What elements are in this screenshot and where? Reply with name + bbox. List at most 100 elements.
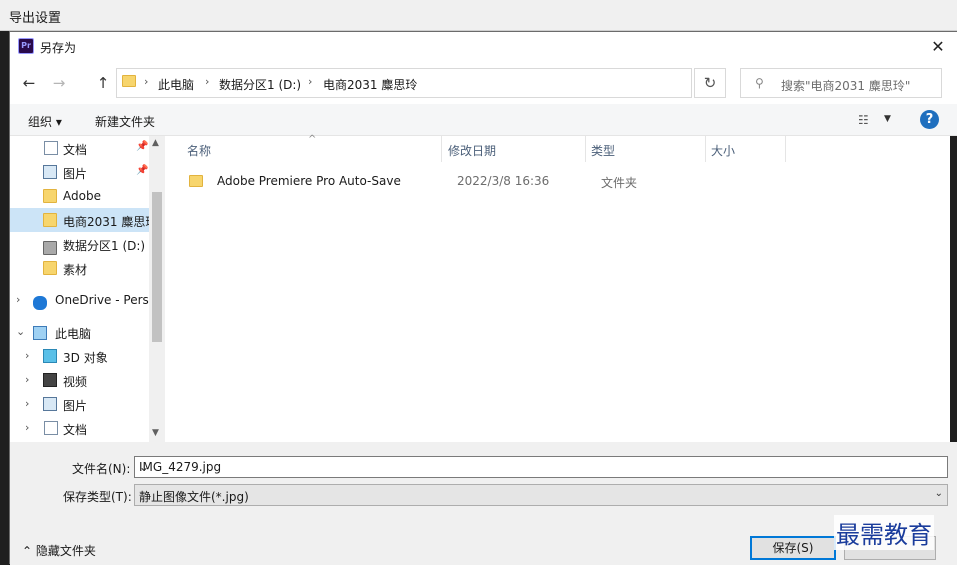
column-header-modified[interactable]: 修改日期 [448, 142, 496, 159]
chevron-right-icon[interactable]: › [25, 349, 29, 362]
sidebar-item-label: 图片 [63, 167, 88, 181]
file-list: ^ 名称 修改日期 类型 大小 Adobe Premiere Pro Auto-… [165, 134, 950, 442]
back-arrow-icon[interactable]: ← [18, 72, 40, 94]
sidebar-item-this-pc[interactable]: ⌄ 此电脑 [10, 320, 150, 344]
column-header-size[interactable]: 大小 [711, 142, 735, 159]
sort-ascending-icon: ^ [308, 134, 317, 145]
chevron-right-icon[interactable]: › [25, 373, 29, 386]
sidebar-item-materials[interactable]: 素材 [10, 256, 150, 280]
chevron-right-icon[interactable]: › [16, 293, 20, 306]
watermark-logo: 最需教育 [834, 515, 934, 550]
sidebar-item-label: 素材 [63, 263, 88, 277]
file-name-label: 文件名(N): [72, 462, 131, 476]
save-type-value: 静止图像文件(*.jpg) [139, 490, 249, 504]
save-type-label: 保存类型(T): [63, 490, 132, 504]
document-icon [44, 141, 58, 155]
save-as-dialog: Pr 另存为 ✕ ← → ↑ › 此电脑 › 数据分区1 (D:) › 电商20… [9, 31, 957, 565]
search-icon: ⚲ [755, 76, 764, 90]
chevron-right-icon[interactable]: › [25, 397, 29, 410]
chevron-down-icon[interactable]: ⌄ [935, 488, 943, 499]
sidebar-item-pictures-pc[interactable]: › 图片 [10, 392, 150, 416]
hide-folders-toggle[interactable]: ⌃ 隐藏文件夹 [22, 542, 96, 559]
chevron-down-icon[interactable]: ⌄ [139, 460, 943, 474]
column-header-name[interactable]: 名称 [187, 142, 211, 159]
chevron-right-icon[interactable]: › [144, 75, 148, 88]
sidebar-item-onedrive[interactable]: › OneDrive - Perso [10, 288, 156, 312]
file-type: 文件夹 [601, 176, 638, 190]
chevron-right-icon[interactable]: › [205, 75, 209, 88]
hide-folders-label: 隐藏文件夹 [35, 544, 96, 558]
file-modified-date: 2022/3/8 16:36 [457, 174, 550, 188]
column-divider[interactable] [785, 136, 786, 162]
pin-icon[interactable]: 📌 [136, 165, 148, 176]
organize-button[interactable]: 组织 ▾ [28, 113, 62, 130]
background-strip [950, 136, 957, 442]
drive-icon [43, 241, 57, 255]
sidebar-item-label: 图片 [63, 399, 88, 413]
scrollbar-thumb[interactable] [152, 192, 162, 342]
sidebar-item-3d-objects[interactable]: › 3D 对象 [10, 344, 150, 368]
export-settings-titlebar: 导出设置 [0, 0, 957, 31]
pictures-icon [43, 165, 57, 179]
command-toolbar: 组织 ▾ 新建文件夹 ☷ ▼ ? [10, 104, 957, 136]
save-type-select[interactable]: 静止图像文件(*.jpg) ⌄ [134, 484, 948, 506]
breadcrumb-this-pc[interactable]: 此电脑 [158, 76, 194, 93]
dialog-title: 另存为 [40, 41, 77, 55]
save-button[interactable]: 保存(S) [750, 536, 836, 560]
breadcrumb-drive[interactable]: 数据分区1 (D:) [219, 76, 301, 93]
refresh-icon[interactable]: ↻ [694, 68, 726, 98]
premiere-app-icon: Pr [18, 38, 34, 54]
pictures-icon [43, 397, 57, 411]
chevron-right-icon[interactable]: › [25, 421, 29, 434]
file-name-field[interactable]: IMG_4279.jpg ⌄ [134, 456, 948, 478]
navigation-scrollbar[interactable]: ▲ ▼ [149, 136, 165, 442]
column-divider[interactable] [705, 136, 706, 162]
chevron-down-icon[interactable]: ⌄ [16, 325, 25, 338]
close-button[interactable]: ✕ [923, 34, 953, 60]
export-settings-title: 导出设置 [9, 11, 62, 26]
organize-label: 组织 [28, 115, 53, 129]
dialog-titlebar: Pr 另存为 ✕ [10, 32, 957, 62]
help-icon[interactable]: ? [920, 110, 939, 129]
chevron-right-icon[interactable]: › [308, 75, 312, 88]
folder-icon [43, 189, 57, 203]
sidebar-item-drive-d[interactable]: 数据分区1 (D:) [10, 232, 150, 256]
scroll-down-icon[interactable]: ▼ [152, 428, 159, 438]
address-bar[interactable]: › 此电脑 › 数据分区1 (D:) › 电商2031 麋思玲 ⌄ [116, 68, 787, 98]
view-options-icon[interactable]: ☷ [858, 113, 869, 127]
column-divider[interactable] [441, 136, 442, 162]
folder-icon [189, 175, 203, 187]
sidebar-item-label: 视频 [63, 375, 88, 389]
up-arrow-icon[interactable]: ↑ [92, 72, 114, 94]
new-folder-button[interactable]: 新建文件夹 [95, 113, 155, 130]
sidebar-item-label: 文档 [63, 143, 88, 157]
column-header-type[interactable]: 类型 [591, 142, 615, 159]
column-divider[interactable] [585, 136, 586, 162]
chevron-up-icon: ⌃ [22, 544, 33, 558]
folder-icon [122, 75, 136, 87]
chevron-down-icon[interactable]: ▼ [884, 114, 891, 124]
3d-objects-icon [43, 349, 57, 363]
sidebar-item-current-folder[interactable]: 电商2031 麋思玲 [10, 208, 157, 232]
sidebar-item-label: 电商2031 麋思玲 [63, 215, 158, 229]
save-options-panel: 文件名(N): IMG_4279.jpg ⌄ 保存类型(T): 静止图像文件(*… [10, 442, 957, 565]
table-row[interactable]: Adobe Premiere Pro Auto-Save 2022/3/8 16… [185, 172, 945, 192]
sidebar-item-label: Adobe [63, 189, 101, 203]
sidebar-item-label: 数据分区1 (D:) [63, 239, 146, 253]
sidebar-item-documents[interactable]: 文档 📌 [10, 136, 150, 160]
onedrive-icon [33, 296, 47, 310]
sidebar-item-adobe[interactable]: Adobe [10, 184, 150, 208]
forward-arrow-icon[interactable]: → [48, 72, 70, 94]
search-input[interactable]: ⚲ 搜索"电商2031 麋思玲" [740, 68, 942, 98]
videos-icon [43, 373, 57, 387]
search-placeholder: 搜索"电商2031 麋思玲" [781, 79, 911, 93]
pin-icon[interactable]: 📌 [136, 141, 148, 152]
sidebar-item-documents-pc[interactable]: › 文档 [10, 416, 150, 440]
scroll-up-icon[interactable]: ▲ [152, 138, 159, 148]
file-name: Adobe Premiere Pro Auto-Save [217, 174, 401, 188]
sidebar-item-label: OneDrive - Perso [55, 293, 157, 307]
sidebar-item-videos[interactable]: › 视频 [10, 368, 150, 392]
breadcrumb-current-folder[interactable]: 电商2031 麋思玲 [323, 76, 417, 93]
sidebar-item-pictures[interactable]: 图片 📌 [10, 160, 150, 184]
navigation-bar: ← → ↑ › 此电脑 › 数据分区1 (D:) › 电商2031 麋思玲 ⌄ … [10, 66, 957, 100]
